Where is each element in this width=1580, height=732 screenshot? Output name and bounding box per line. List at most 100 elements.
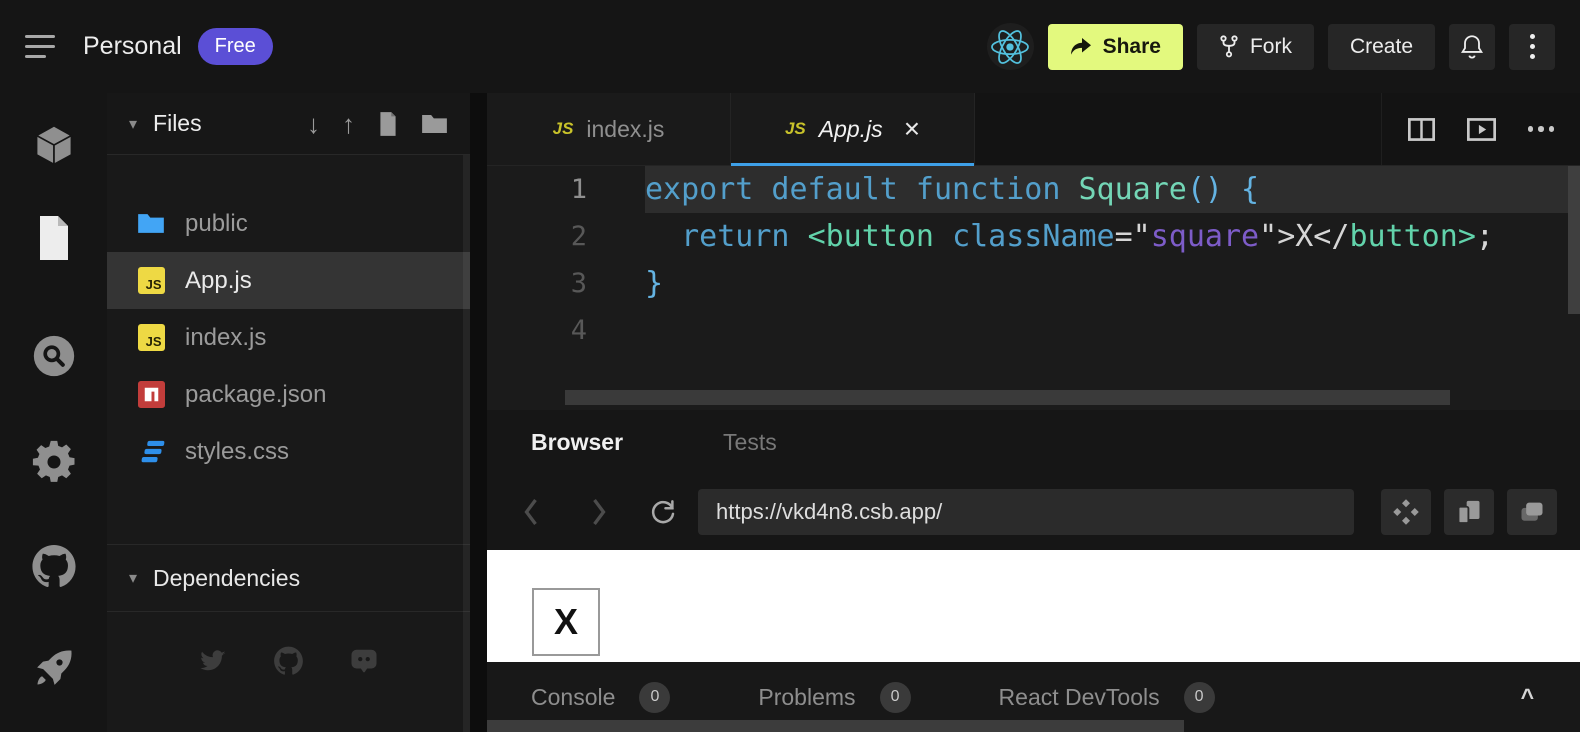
problems-tab[interactable]: Problems 0 [758,682,910,713]
code-line-content: } [645,260,1580,307]
file-row-public[interactable]: public [107,195,470,252]
dependencies-section-title: Dependencies [153,565,300,592]
forward-button[interactable] [578,497,620,527]
chevron-right-icon [589,497,609,527]
dependencies-section-header[interactable]: ▾ Dependencies [107,544,470,612]
file-name: public [185,210,248,238]
new-folder-icon[interactable] [421,113,448,135]
react-devtools-tab[interactable]: React DevTools 0 [999,682,1215,713]
responsive-mode-button[interactable] [1444,489,1494,535]
notifications-button[interactable] [1449,24,1495,70]
preview-toggle-icon[interactable] [1467,118,1496,141]
share-button[interactable]: Share [1048,24,1183,70]
bell-icon [1459,33,1485,61]
tab-browser[interactable]: Browser [531,429,623,456]
npm-file-icon [137,381,165,408]
diamonds-icon [1391,497,1421,527]
twitter-icon[interactable] [197,646,229,676]
discord-icon[interactable] [348,646,380,676]
file-list: public JS App.js JS index.js [107,195,470,480]
js-tab-icon: JS [785,119,806,139]
file-row-stylescss[interactable]: styles.css [107,423,470,480]
line-number: 1 [487,166,587,213]
rail-item-settings[interactable] [0,439,107,485]
code-editor[interactable]: 1 export default function Square() { 2 r… [487,166,1580,410]
explorer-scrollbar[interactable] [463,155,470,732]
devtools-statusbar: Console 0 Problems 0 React DevTools 0 ^ [487,662,1580,732]
create-button[interactable]: Create [1328,24,1435,70]
rail-item-search[interactable] [0,333,107,379]
code-line[interactable]: 3 } [487,260,1580,307]
code-line-content: return <button className="square">X</but… [645,213,1580,260]
file-row-appjs[interactable]: JS App.js [107,252,470,309]
upload-icon[interactable]: ↑ [342,111,355,137]
line-number: 2 [487,213,587,260]
file-name: index.js [185,324,266,352]
refresh-icon [648,497,678,527]
codesandbox-app: Personal Free Share [0,0,1580,732]
js-file-icon: JS [137,324,165,351]
problems-label: Problems [758,684,855,711]
file-explorer-panel: ▾ Files ↓ ↑ public [107,93,470,732]
files-section-header[interactable]: ▾ Files ↓ ↑ [107,93,470,155]
tab-indexjs[interactable]: JS index.js [487,93,731,165]
console-tab[interactable]: Console 0 [531,682,670,713]
square-button[interactable]: X [532,588,600,656]
chevron-down-icon[interactable]: ▾ [129,114,137,134]
rail-item-files[interactable] [0,215,107,261]
url-input[interactable] [698,489,1354,535]
tab-tests[interactable]: Tests [723,429,777,456]
more-options-button[interactable] [1509,24,1555,70]
fork-label: Fork [1250,35,1292,59]
file-row-packagejson[interactable]: package.json [107,366,470,423]
workspace-selector[interactable]: Personal [83,32,182,61]
console-label: Console [531,684,615,711]
react-devtools-label: React DevTools [999,684,1160,711]
editor-horizontal-scrollbar[interactable] [565,390,1450,405]
tab-label: index.js [586,116,664,143]
back-button[interactable] [510,497,552,527]
statusbar-scrollbar[interactable] [487,720,1184,732]
gear-icon [31,439,77,485]
rail-item-deploy[interactable] [0,645,107,691]
tab-appjs[interactable]: JS App.js × [731,93,975,165]
preview-settings-button[interactable] [1381,489,1431,535]
js-file-icon: JS [137,267,165,294]
open-in-new-window-button[interactable] [1507,489,1557,535]
editor-view-controls [1381,93,1580,165]
download-icon[interactable]: ↓ [307,111,320,137]
activity-rail [0,93,107,732]
refresh-button[interactable] [642,497,684,527]
code-line[interactable]: 2 return <button className="square">X</b… [487,213,1580,260]
plan-badge: Free [198,28,273,65]
rail-item-github[interactable] [0,543,107,589]
top-header: Personal Free Share [0,0,1580,93]
chevron-down-icon[interactable]: ▾ [129,568,137,588]
code-line[interactable]: 1 export default function Square() { [487,166,1580,213]
files-section-title: Files [153,110,202,137]
new-file-icon[interactable] [377,111,399,137]
collapse-panel-icon[interactable]: ^ [1521,684,1534,711]
file-name: package.json [185,381,326,409]
editor-more-icon[interactable] [1528,126,1555,132]
fork-icon [1219,34,1239,59]
split-view-icon[interactable] [1408,118,1435,141]
react-logo-button[interactable] [987,23,1034,70]
rail-item-sandbox[interactable] [0,123,107,169]
close-tab-icon[interactable]: × [904,115,920,143]
line-number: 4 [487,307,587,354]
fork-button[interactable]: Fork [1197,24,1314,70]
file-row-indexjs[interactable]: JS index.js [107,309,470,366]
header-actions: Share Fork Create [987,23,1555,70]
react-devtools-count-badge: 0 [1184,682,1215,713]
editor-tabbar: JS index.js JS App.js × [487,93,1580,166]
code-line[interactable]: 4 [487,307,1580,354]
browser-preview-viewport: X [487,550,1580,662]
code-line-content: export default function Square() { [645,166,1580,213]
react-logo-icon [989,26,1031,68]
editor-vertical-scrollbar[interactable] [1568,166,1580,314]
line-number: 3 [487,260,587,307]
browser-panel: Browser Tests [487,410,1580,550]
hamburger-menu-icon[interactable] [25,35,57,58]
github-link-icon[interactable] [273,646,304,676]
